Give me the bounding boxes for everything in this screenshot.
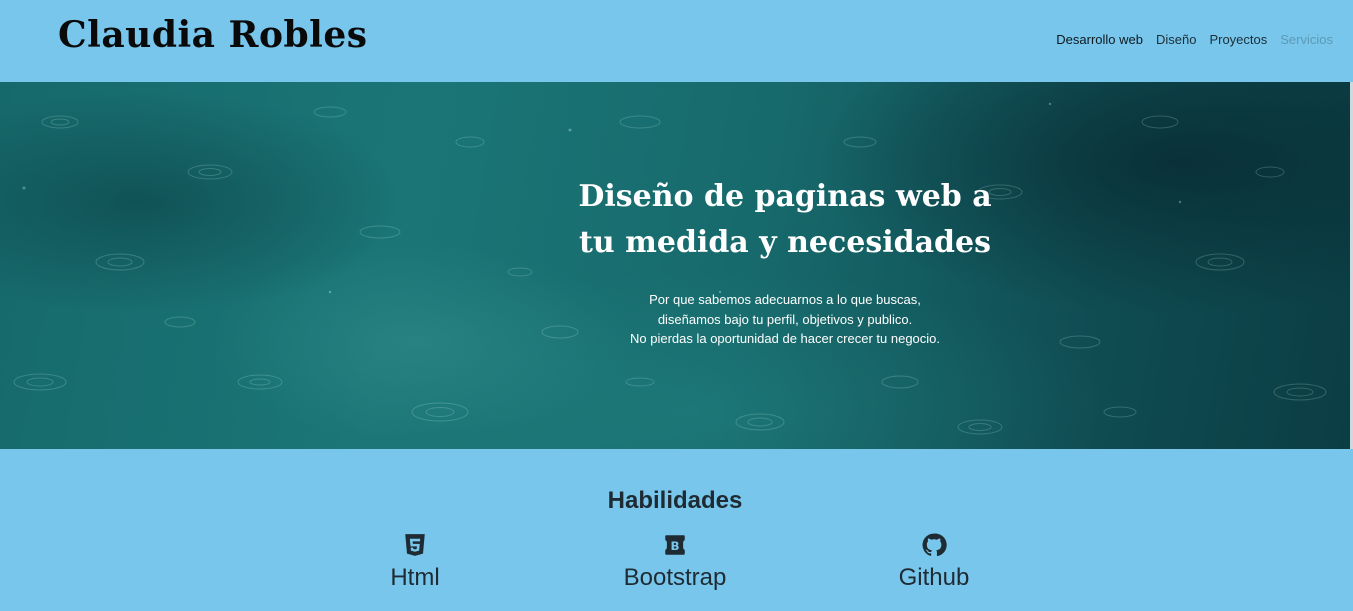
main-nav: Desarrollo web Diseño Proyectos Servicio…	[1056, 32, 1333, 47]
site-header: Claudia Robles Desarrollo web Diseño Pro…	[0, 0, 1353, 82]
github-icon	[922, 533, 947, 557]
nav-link-proyectos[interactable]: Proyectos	[1209, 32, 1267, 47]
hero-description: Por que sabemos adecuarnos a lo que busc…	[560, 290, 1010, 349]
html5-icon	[405, 534, 425, 556]
skills-title: Habilidades	[607, 487, 743, 514]
nav-link-desarrollo-web[interactable]: Desarrollo web	[1056, 32, 1143, 47]
brand-logo[interactable]: Claudia Robles	[58, 14, 367, 56]
hero-title-line-2: tu medida y necesidades	[579, 225, 991, 260]
skill-github-label: Github	[898, 564, 970, 591]
nav-link-diseno[interactable]: Diseño	[1156, 32, 1196, 47]
hero-content: Diseño de paginas web a tu medida y nece…	[560, 174, 1010, 349]
skill-github: Github	[834, 532, 1034, 592]
nav-link-servicios[interactable]: Servicios	[1280, 32, 1333, 47]
skill-bootstrap-label: Bootstrap	[623, 564, 727, 591]
skill-bootstrap: B Bootstrap	[575, 532, 775, 592]
hero-title-line-1: Diseño de paginas web a	[578, 179, 992, 214]
skill-html: Html	[315, 532, 515, 592]
bootstrap-icon: B	[665, 535, 685, 555]
svg-text:B: B	[670, 539, 679, 553]
hero-description-line-3: No pierdas la oportunidad de hacer crece…	[629, 331, 941, 346]
hero-description-line-1: Por que sabemos adecuarnos a lo que busc…	[649, 292, 921, 307]
hero-title: Diseño de paginas web a tu medida y nece…	[560, 174, 1010, 266]
hero-banner: Diseño de paginas web a tu medida y nece…	[0, 82, 1350, 449]
skill-html-label: Html	[390, 564, 440, 591]
hero-description-line-2: diseñamos bajo tu perfil, objetivos y pu…	[657, 311, 913, 327]
